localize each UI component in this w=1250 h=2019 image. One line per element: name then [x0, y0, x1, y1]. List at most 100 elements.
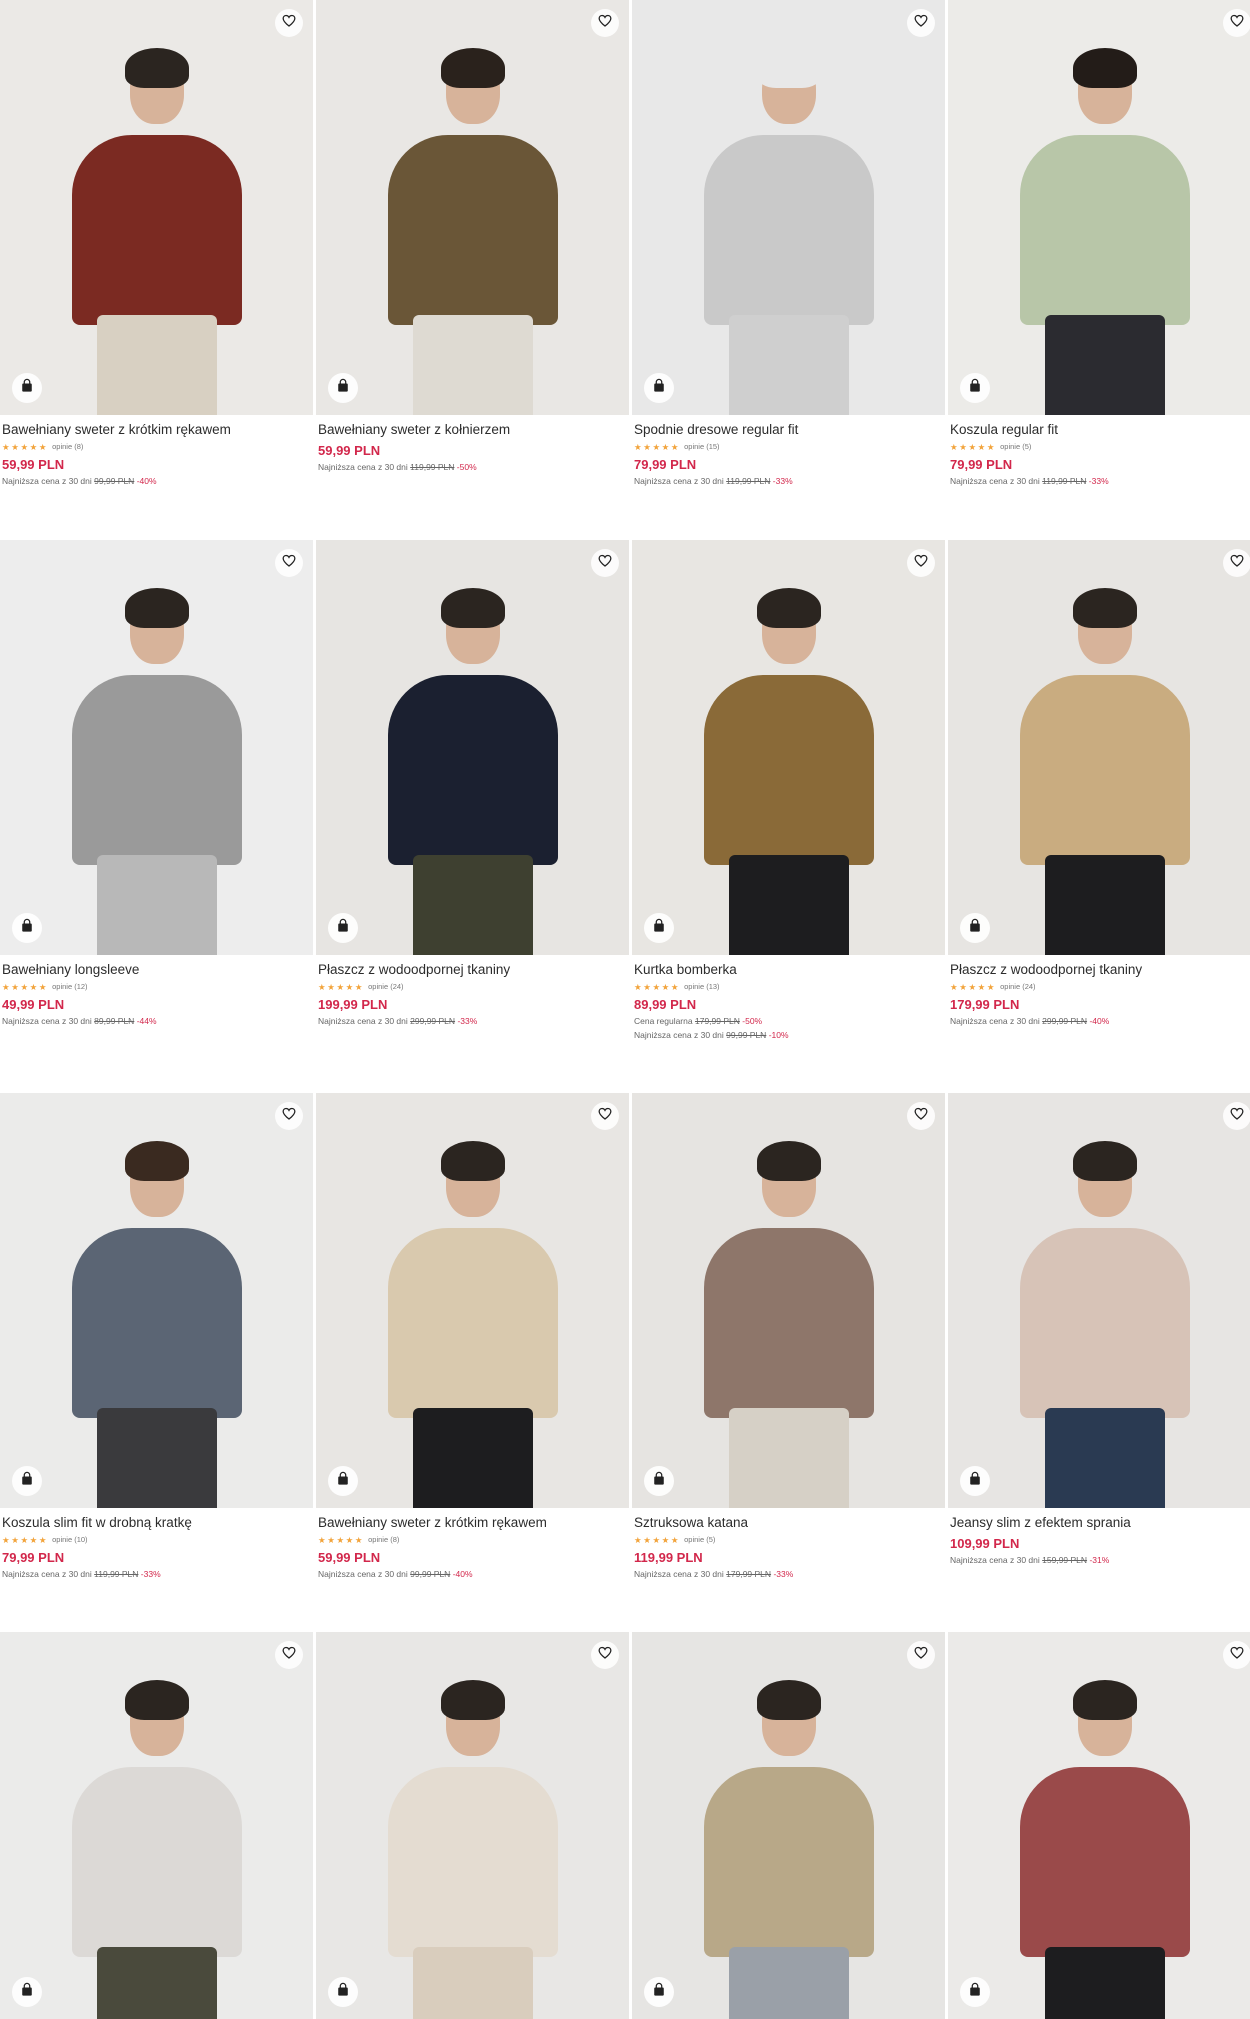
- review-count[interactable]: opinie (10): [52, 1535, 87, 1545]
- product-image[interactable]: [948, 540, 1250, 955]
- add-to-cart-button[interactable]: [328, 1977, 358, 2007]
- product-card[interactable]: Sztruksowa katana ★★★★★ opinie (5) 119,9…: [632, 1093, 945, 1580]
- product-card[interactable]: Spodnie dresowe regular fit ★★★★★ opinie…: [632, 0, 945, 487]
- favorite-button[interactable]: [1223, 549, 1250, 577]
- product-card[interactable]: Płaszcz z wodoodpornej tkaniny ★★★★★ opi…: [948, 540, 1250, 1027]
- add-to-cart-button[interactable]: [328, 1466, 358, 1496]
- product-image[interactable]: [0, 1093, 313, 1508]
- product-info: Kurtka bomberka ★★★★★ opinie (13) 89,99 …: [632, 962, 945, 1041]
- review-count[interactable]: opinie (5): [1000, 442, 1031, 452]
- product-card[interactable]: Bawełniany sweter z kołnierzem 59,99 PLN…: [316, 0, 629, 473]
- product-card[interactable]: Koszula slim fit w drobną kratkę ★★★★★ o…: [0, 1093, 313, 1580]
- product-card[interactable]: Jeansy slim z efektem sprania 109,99 PLN…: [948, 1093, 1250, 1566]
- product-card[interactable]: Płaszcz z wodoodpornej tkaniny ★★★★★ opi…: [316, 540, 629, 1027]
- add-to-cart-button[interactable]: [12, 373, 42, 403]
- lowest-price-line: Najniższa cena z 30 dni 299,99 PLN -40%: [950, 1016, 1250, 1027]
- favorite-button[interactable]: [275, 9, 303, 37]
- product-image[interactable]: [316, 1093, 629, 1508]
- product-name[interactable]: Bawełniany longsleeve: [2, 962, 311, 978]
- rating-stars: ★★★★★: [634, 1534, 681, 1545]
- add-to-cart-button[interactable]: [960, 1466, 990, 1496]
- favorite-button[interactable]: [907, 549, 935, 577]
- product-name[interactable]: Jeansy slim z efektem sprania: [950, 1515, 1250, 1531]
- review-count[interactable]: opinie (8): [368, 1535, 399, 1545]
- product-price: 49,99 PLN: [2, 997, 65, 1012]
- product-image[interactable]: [316, 1632, 629, 2019]
- product-image[interactable]: [0, 540, 313, 955]
- product-name[interactable]: Bawełniany sweter z kołnierzem: [318, 422, 627, 438]
- review-count[interactable]: opinie (24): [1000, 982, 1035, 992]
- product-card[interactable]: [316, 1632, 629, 2019]
- review-count[interactable]: opinie (24): [368, 982, 403, 992]
- add-to-cart-button[interactable]: [644, 1466, 674, 1496]
- favorite-button[interactable]: [1223, 1102, 1250, 1130]
- lowest-price-line: Najniższa cena z 30 dni 119,99 PLN -33%: [2, 1569, 311, 1580]
- product-image[interactable]: [632, 1093, 945, 1508]
- add-to-cart-button[interactable]: [328, 913, 358, 943]
- lowest-price: 89,99 PLN: [94, 1016, 135, 1026]
- review-count[interactable]: opinie (8): [52, 442, 83, 452]
- favorite-button[interactable]: [591, 549, 619, 577]
- product-image[interactable]: [632, 1632, 945, 2019]
- product-name[interactable]: Płaszcz z wodoodpornej tkaniny: [950, 962, 1250, 978]
- product-image[interactable]: [632, 0, 945, 415]
- add-to-cart-button[interactable]: [12, 913, 42, 943]
- favorite-button[interactable]: [907, 1102, 935, 1130]
- product-name[interactable]: Sztruksowa katana: [634, 1515, 943, 1531]
- product-name[interactable]: Bawełniany sweter z krótkim rękawem: [318, 1515, 627, 1531]
- lowest-price-line: Najniższa cena z 30 dni 99,99 PLN -40%: [318, 1569, 627, 1580]
- product-image[interactable]: [948, 1093, 1250, 1508]
- product-card[interactable]: Bawełniany sweter z krótkim rękawem ★★★★…: [316, 1093, 629, 1580]
- product-name[interactable]: Koszula slim fit w drobną kratkę: [2, 1515, 311, 1531]
- favorite-button[interactable]: [275, 1102, 303, 1130]
- product-image[interactable]: [0, 1632, 313, 2019]
- product-price: 199,99 PLN: [318, 997, 388, 1012]
- review-count[interactable]: opinie (12): [52, 982, 87, 992]
- add-to-cart-button[interactable]: [960, 913, 990, 943]
- product-card[interactable]: Bawełniany sweter z krótkim rękawem ★★★★…: [0, 0, 313, 487]
- product-card[interactable]: Bawełniany longsleeve ★★★★★ opinie (12) …: [0, 540, 313, 1027]
- add-to-cart-button[interactable]: [960, 373, 990, 403]
- favorite-button[interactable]: [591, 1102, 619, 1130]
- add-to-cart-button[interactable]: [12, 1977, 42, 2007]
- add-to-cart-button[interactable]: [328, 373, 358, 403]
- favorite-button[interactable]: [275, 549, 303, 577]
- product-name[interactable]: Bawełniany sweter z krótkim rękawem: [2, 422, 311, 438]
- add-to-cart-button[interactable]: [644, 913, 674, 943]
- product-card[interactable]: [0, 1632, 313, 2019]
- product-image[interactable]: [316, 540, 629, 955]
- favorite-button[interactable]: [591, 9, 619, 37]
- favorite-button[interactable]: [907, 1641, 935, 1669]
- review-count[interactable]: opinie (13): [684, 982, 719, 992]
- add-to-cart-button[interactable]: [12, 1466, 42, 1496]
- model-hair: [1072, 588, 1137, 628]
- product-name[interactable]: Kurtka bomberka: [634, 962, 943, 978]
- product-name[interactable]: Płaszcz z wodoodpornej tkaniny: [318, 962, 627, 978]
- add-to-cart-button[interactable]: [644, 373, 674, 403]
- favorite-button[interactable]: [907, 9, 935, 37]
- product-image[interactable]: [0, 0, 313, 415]
- add-to-cart-button[interactable]: [960, 1977, 990, 2007]
- add-to-cart-button[interactable]: [644, 1977, 674, 2007]
- favorite-button[interactable]: [591, 1641, 619, 1669]
- product-name[interactable]: Koszula regular fit: [950, 422, 1250, 438]
- product-price: 79,99 PLN: [634, 457, 697, 472]
- product-card[interactable]: Koszula regular fit ★★★★★ opinie (5) 79,…: [948, 0, 1250, 487]
- product-image[interactable]: [948, 1632, 1250, 2019]
- product-image[interactable]: [632, 540, 945, 955]
- model-torso: [1019, 1228, 1190, 1418]
- favorite-button[interactable]: [1223, 1641, 1250, 1669]
- product-card[interactable]: [948, 1632, 1250, 2019]
- model-hair: [756, 1680, 821, 1720]
- favorite-button[interactable]: [275, 1641, 303, 1669]
- favorite-button[interactable]: [1223, 9, 1250, 37]
- rating: ★★★★★ opinie (5): [950, 441, 1250, 452]
- product-card[interactable]: [632, 1632, 945, 2019]
- review-count[interactable]: opinie (15): [684, 442, 719, 452]
- product-price: 59,99 PLN: [318, 443, 381, 458]
- product-image[interactable]: [948, 0, 1250, 415]
- product-name[interactable]: Spodnie dresowe regular fit: [634, 422, 943, 438]
- review-count[interactable]: opinie (5): [684, 1535, 715, 1545]
- product-image[interactable]: [316, 0, 629, 415]
- product-card[interactable]: Kurtka bomberka ★★★★★ opinie (13) 89,99 …: [632, 540, 945, 1041]
